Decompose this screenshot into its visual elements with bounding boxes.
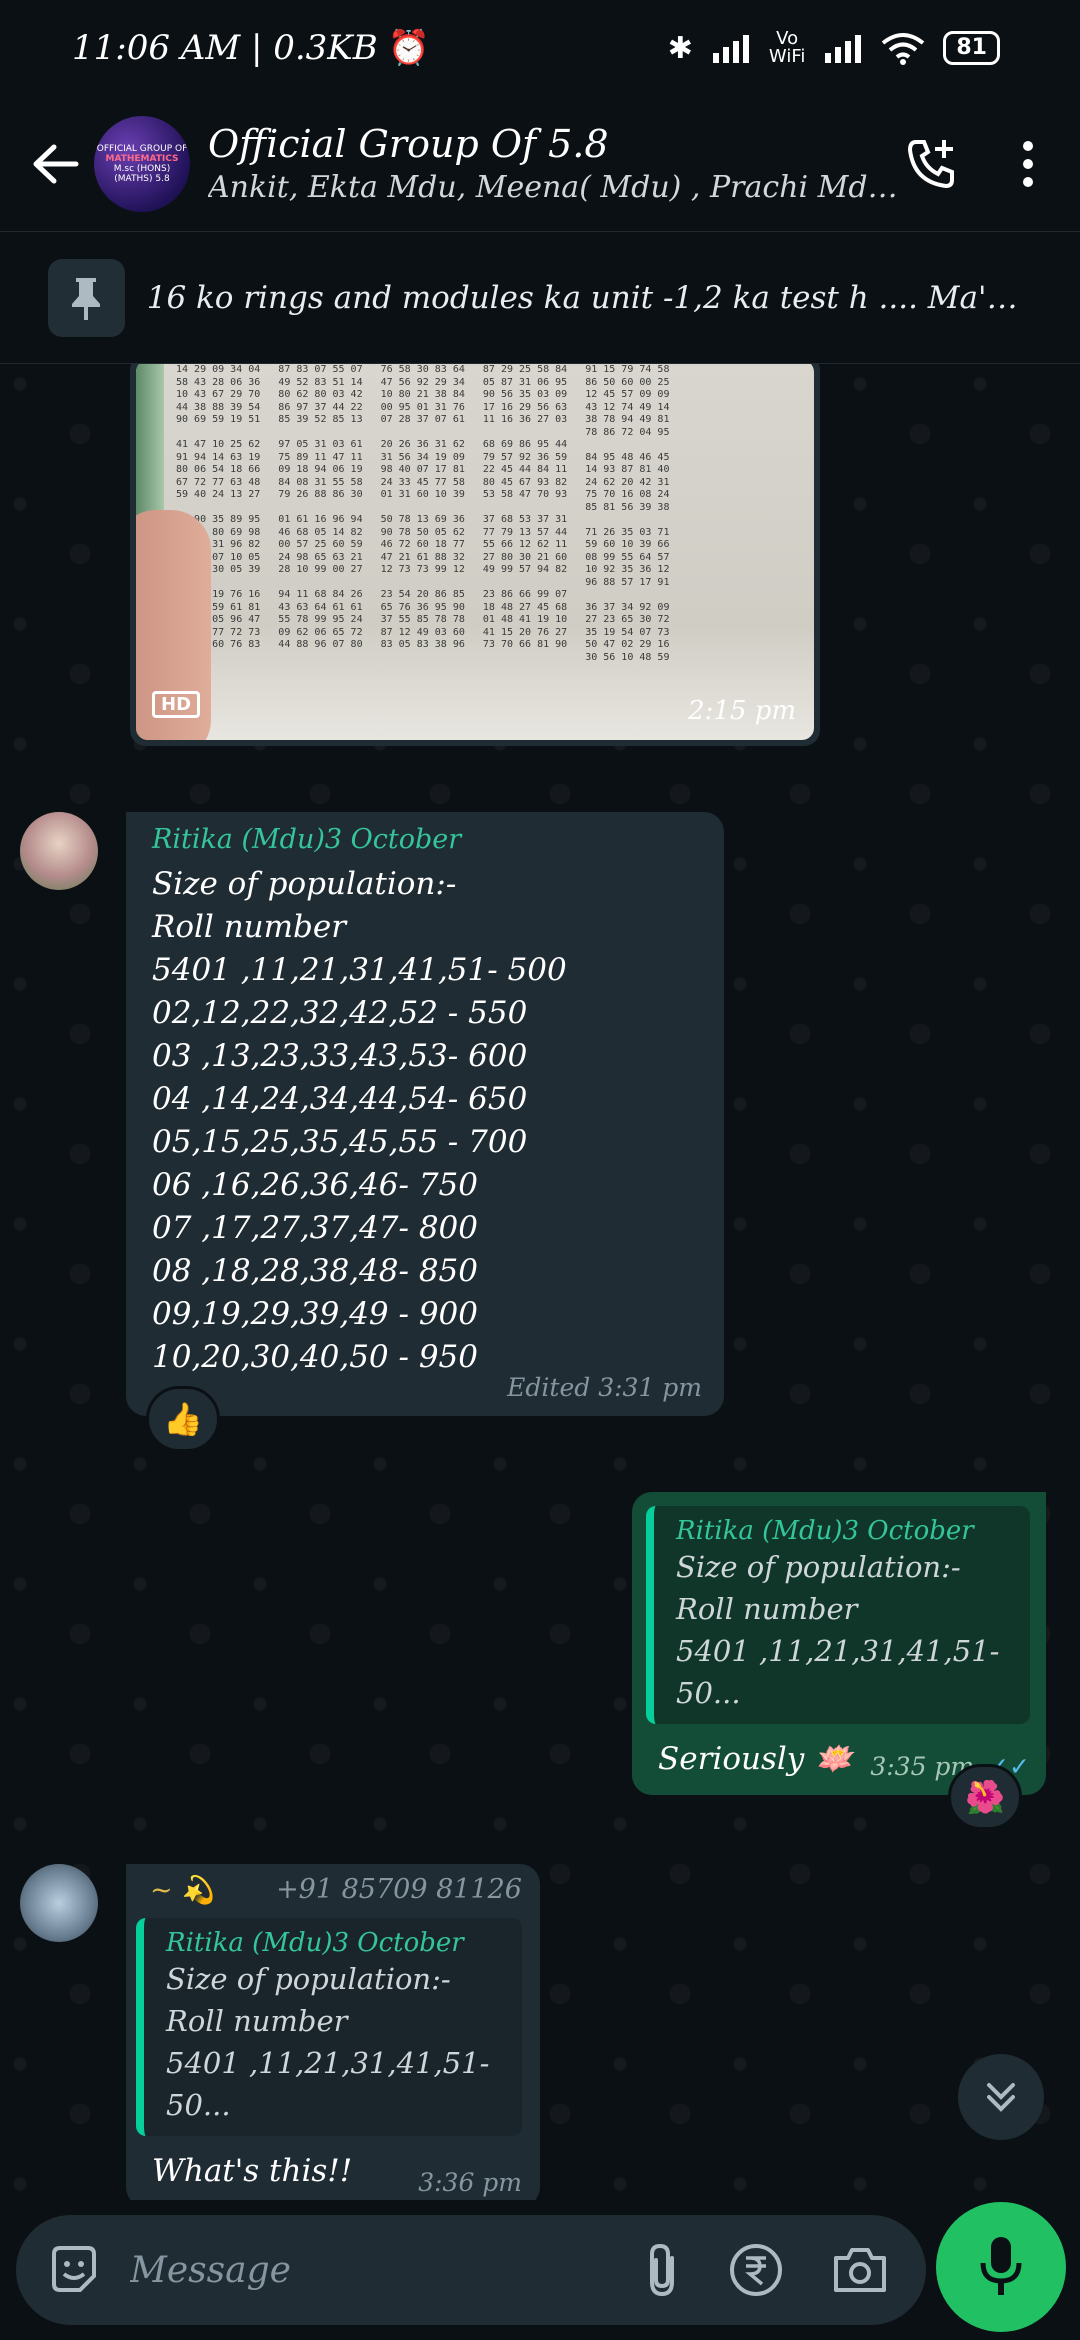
quote-sender: Ritika (Mdu)3 October xyxy=(166,1928,464,1958)
message-line: 5401 ,11,21,31,41,51- 500 xyxy=(152,952,567,988)
microphone-icon xyxy=(980,2237,1022,2295)
message-line: 02,12,22,32,42,52 - 550 xyxy=(152,995,528,1031)
message-time: 3:36 pm xyxy=(418,2168,522,2197)
image-message-time: 2:15 pm xyxy=(688,696,796,726)
message-sender-phone: +91 85709 81126 xyxy=(276,1874,522,1905)
message-text: Seriously 🪷 xyxy=(658,1741,853,1777)
voice-message-button[interactable] xyxy=(936,2202,1066,2332)
sticker-icon[interactable] xyxy=(46,2242,102,2298)
payment-rupee-icon[interactable] xyxy=(728,2242,784,2298)
message-sender-name: ~ 💫 xyxy=(150,1875,215,1906)
photo-number-columns: 14 29 09 34 04 58 43 28 06 36 10 43 67 2… xyxy=(176,364,670,663)
message-line: Roll number xyxy=(152,909,347,945)
reaction-hibiscus[interactable]: 🌺 xyxy=(948,1764,1022,1830)
signal-icon-2 xyxy=(825,35,862,63)
signal-icon xyxy=(712,35,749,63)
avatar-line4: (MATHS) 5.8 xyxy=(114,173,170,184)
avatar-line1: OFFICIAL GROUP OF xyxy=(96,143,188,154)
more-options-icon[interactable] xyxy=(1020,138,1036,190)
add-call-icon[interactable] xyxy=(904,136,960,192)
avatar-contact[interactable] xyxy=(20,1864,98,1942)
back-button[interactable] xyxy=(24,132,88,196)
status-time: 11:06 AM | 0.3KB xyxy=(72,28,378,68)
arrow-left-icon xyxy=(33,144,79,183)
group-members: Ankit, Ekta Mdu, Meena( Mdu) , Prachi Md… xyxy=(208,170,904,205)
wifi-icon xyxy=(882,33,925,65)
reaction-thumbs-up[interactable]: 👍 xyxy=(146,1386,220,1452)
quoted-message[interactable]: Ritika (Mdu)3 October Size of population… xyxy=(646,1506,1030,1724)
chat-header: OFFICIAL GROUP OF MATHEMATICS M.sc (HONS… xyxy=(0,96,1080,232)
message-text: What's this!! xyxy=(152,2153,353,2189)
scroll-to-bottom-button[interactable] xyxy=(958,2054,1044,2140)
message-line: 04 ,14,24,34,44,54- 650 xyxy=(152,1081,528,1117)
avatar-line2: MATHEMATICS xyxy=(105,153,179,164)
message-body: Size of population:- Roll number 5401 ,1… xyxy=(152,863,702,1379)
attach-icon[interactable] xyxy=(642,2240,682,2300)
message-line: 06 ,16,26,36,46- 750 xyxy=(152,1167,478,1203)
message-line: 07 ,17,27,37,47- 800 xyxy=(152,1210,478,1246)
composer-box xyxy=(16,2215,926,2325)
quote-line: Size of population:- xyxy=(166,1962,451,1996)
status-bar: 11:06 AM | 0.3KB ⏰ ✱ Vo WiFi 81 xyxy=(0,0,1080,96)
alarm-icon: ⏰ xyxy=(387,28,431,68)
avatar-ritika[interactable] xyxy=(20,812,98,890)
message-sender: Ritika (Mdu)3 October xyxy=(152,824,462,855)
quoted-message[interactable]: Ritika (Mdu)3 October Size of population… xyxy=(136,1918,522,2136)
pinned-text: 16 ko rings and modules ka unit -1,2 ka … xyxy=(146,279,1032,316)
pin-icon xyxy=(48,258,125,337)
chat-area[interactable]: 14 29 09 34 04 58 43 28 06 36 10 43 67 2… xyxy=(0,364,1080,2200)
hd-badge: HD xyxy=(152,691,201,718)
message-line: Size of population:- xyxy=(152,866,457,902)
vowifi-line2: WiFi xyxy=(768,46,806,67)
image-message[interactable]: 14 29 09 34 04 58 43 28 06 36 10 43 67 2… xyxy=(130,364,820,746)
camera-icon[interactable] xyxy=(830,2244,890,2296)
bluetooth-icon: ✱ xyxy=(667,30,693,66)
quote-line: 5401 ,11,21,31,41,51- 50... xyxy=(676,1634,1000,1710)
quote-line: 5401 ,11,21,31,41,51- 50... xyxy=(166,2046,490,2122)
composer xyxy=(0,2200,1080,2340)
quote-line: Size of population:- xyxy=(676,1550,961,1584)
avatar-line3: M.sc (HONS) xyxy=(113,163,171,174)
message-bubble-outgoing[interactable]: Ritika (Mdu)3 October Size of population… xyxy=(632,1492,1046,1795)
message-line: 09,19,29,39,49 - 900 xyxy=(152,1296,478,1332)
message-input[interactable] xyxy=(130,2249,642,2291)
message-line: 08 ,18,28,38,48- 850 xyxy=(152,1253,478,1289)
message-bubble-contact[interactable]: ~ 💫 +91 85709 81126 Ritika (Mdu)3 Octobe… xyxy=(126,1864,540,2200)
battery-icon: 81 xyxy=(943,31,1000,65)
quote-sender: Ritika (Mdu)3 October xyxy=(676,1516,974,1546)
group-title: Official Group Of 5.8 xyxy=(208,122,609,166)
message-line: 05,15,25,35,45,55 - 700 xyxy=(152,1124,528,1160)
double-chevron-down-icon xyxy=(987,2083,1015,2112)
photo-random-number-table[interactable]: 14 29 09 34 04 58 43 28 06 36 10 43 67 2… xyxy=(136,364,814,740)
header-info[interactable]: Official Group Of 5.8 Ankit, Ekta Mdu, M… xyxy=(208,122,904,205)
vowifi-icon: Vo WiFi xyxy=(769,30,805,66)
group-avatar[interactable]: OFFICIAL GROUP OF MATHEMATICS M.sc (HONS… xyxy=(94,115,190,212)
quote-line: Roll number xyxy=(166,2004,348,2038)
quote-line: Roll number xyxy=(676,1592,858,1626)
message-line: 03 ,13,23,33,43,53- 600 xyxy=(152,1038,528,1074)
pinned-message-bar[interactable]: 16 ko rings and modules ka unit -1,2 ka … xyxy=(0,232,1080,364)
message-bubble-ritika[interactable]: Ritika (Mdu)3 October Size of population… xyxy=(126,812,724,1416)
